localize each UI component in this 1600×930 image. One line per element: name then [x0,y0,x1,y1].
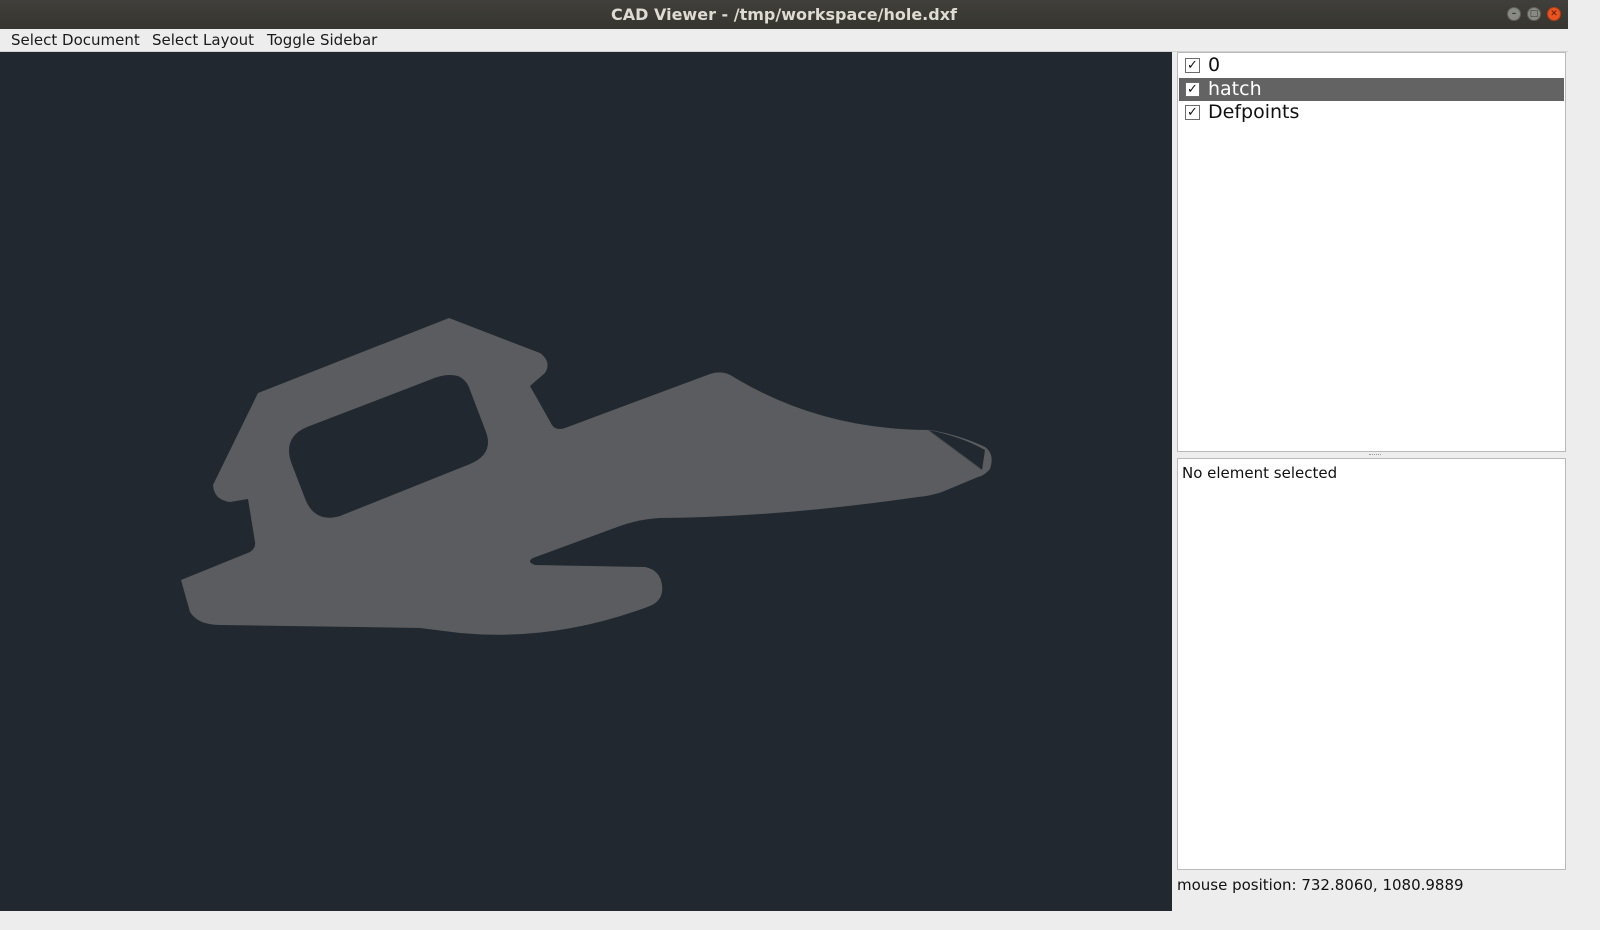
layer-name: hatch [1208,78,1262,100]
menu-bar: Select Document Select Layout Toggle Sid… [0,29,1568,52]
layer-list[interactable]: ✓ 0 ✓ hatch ✓ Defpoints [1177,52,1566,452]
layer-row-defpoints[interactable]: ✓ Defpoints [1179,101,1564,124]
layer-name: 0 [1208,54,1221,76]
layer-name: Defpoints [1208,101,1300,123]
layer-row-hatch[interactable]: ✓ hatch [1179,78,1564,101]
window-title: CAD Viewer - /tmp/workspace/hole.dxf [611,5,957,24]
menu-select-layout[interactable]: Select Layout [152,31,254,49]
splitter-handle-icon[interactable] [1369,454,1381,457]
layer-checkbox-0[interactable]: ✓ [1185,58,1200,73]
hatch-shape[interactable] [181,318,992,635]
layer-row-0[interactable]: ✓ 0 [1179,54,1564,77]
element-info-panel: No element selected [1177,458,1566,870]
layer-checkbox-hatch[interactable]: ✓ [1185,82,1200,97]
close-icon[interactable]: ✕ [1547,7,1561,21]
menu-toggle-sidebar[interactable]: Toggle Sidebar [267,31,377,49]
sidebar: ✓ 0 ✓ hatch ✓ Defpoints No element selec… [1172,52,1568,911]
cad-canvas[interactable] [0,52,1172,911]
layer-checkbox-defpoints[interactable]: ✓ [1185,105,1200,120]
minimize-icon[interactable]: – [1507,7,1521,21]
maximize-icon[interactable]: □ [1527,7,1541,21]
element-info-text: No element selected [1182,464,1338,482]
drawing-svg [181,318,992,635]
window-titlebar: CAD Viewer - /tmp/workspace/hole.dxf – □… [0,0,1568,29]
menu-select-document[interactable]: Select Document [11,31,140,49]
mouse-position-status: mouse position: 732.8060, 1080.9889 [1177,876,1464,894]
